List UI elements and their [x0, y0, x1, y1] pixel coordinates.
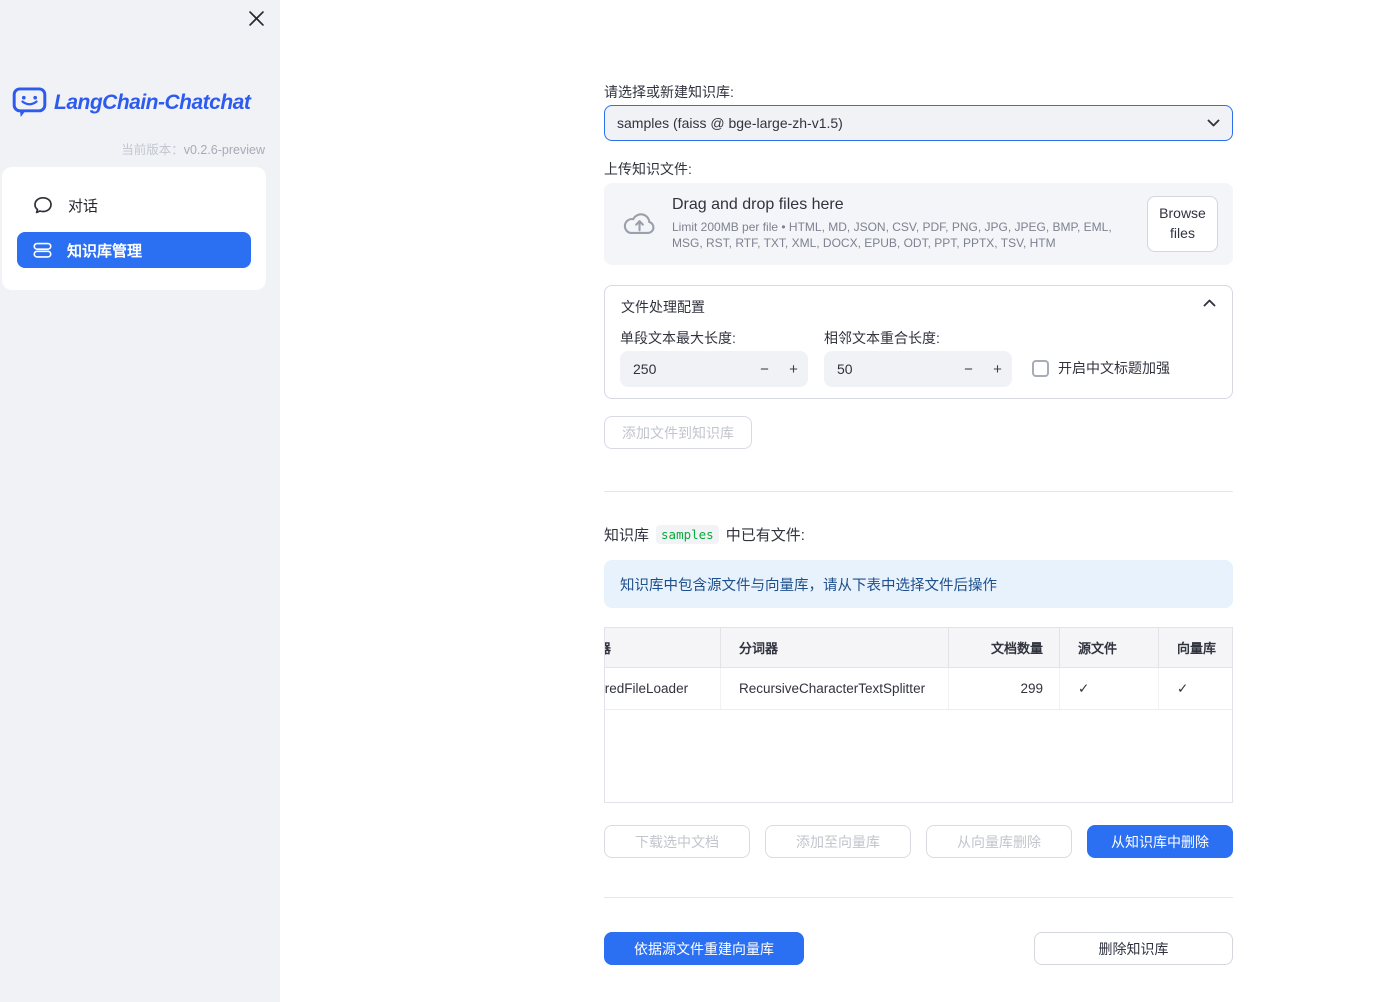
kb-line-prefix: 知识库 [604, 527, 650, 544]
kb-select-label: 请选择或新建知识库: [604, 84, 734, 100]
table-row[interactable]: UnstructuredFileLoader RecursiveCharacte… [605, 668, 1232, 710]
column-header-vector-store[interactable]: 向量库 [1158, 628, 1232, 667]
minus-button[interactable]: − [954, 351, 983, 387]
divider [604, 491, 1233, 492]
cell-source-file-check[interactable]: ✓ [1059, 668, 1158, 709]
chevron-down-icon [1207, 119, 1220, 127]
sidebar-menu: 对话 知识库管理 [2, 167, 266, 290]
plus-button[interactable]: + [779, 351, 808, 387]
chat-bubble-icon [33, 195, 53, 215]
divider [604, 897, 1233, 898]
column-header-splitter[interactable]: 分词器 [720, 628, 948, 667]
browse-files-button[interactable]: Browse files [1147, 196, 1218, 252]
chunk-size-label: 单段文本最大长度: [620, 330, 736, 346]
uploader-limit-text: Limit 200MB per file • HTML, MD, JSON, C… [672, 220, 1112, 250]
cell-loader[interactable]: UnstructuredFileLoader [605, 668, 720, 709]
upload-label: 上传知识文件: [604, 161, 692, 177]
info-text: 知识库中包含源文件与向量库，请从下表中选择文件后操作 [620, 577, 997, 594]
add-files-to-kb-button[interactable]: 添加文件到知识库 [604, 416, 752, 449]
expander-title[interactable]: 文件处理配置 [621, 297, 705, 317]
download-selected-button[interactable]: 下载选中文档 [604, 825, 750, 858]
plus-button[interactable]: + [983, 351, 1012, 387]
rebuild-vector-store-button[interactable]: 依据源文件重建向量库 [604, 932, 804, 965]
column-header-loader[interactable]: 文档加载器 [605, 628, 720, 667]
sidebar-close-icon[interactable] [247, 9, 265, 27]
chunk-size-input[interactable] [620, 361, 750, 377]
check-icon: ✓ [1078, 680, 1090, 696]
table-header: 文档加载器 分词器 文档数量 源文件 向量库 [605, 628, 1232, 668]
version-line: 当前版本：v0.2.6-preview [121, 139, 265, 158]
checkbox-box[interactable] [1032, 359, 1049, 377]
cell-doc-count[interactable]: 299 [948, 668, 1059, 709]
uploader-instructions: Drag and drop files here Limit 200MB per… [672, 196, 1147, 252]
app-title: LangChain-Chatchat [54, 90, 251, 114]
kb-select-value: samples (faiss @ bge-large-zh-v1.5) [617, 115, 843, 131]
delete-from-kb-button[interactable]: 从知识库中删除 [1087, 825, 1233, 858]
column-header-source-file[interactable]: 源文件 [1059, 628, 1158, 667]
app-window: LangChain-Chatchat 当前版本：v0.2.6-preview 对… [0, 0, 1380, 1002]
info-alert: 知识库中包含源文件与向量库，请从下表中选择文件后操作 [604, 560, 1233, 608]
sidebar-item-label: 知识库管理 [67, 242, 143, 260]
sidebar: LangChain-Chatchat 当前版本：v0.2.6-preview 对… [0, 0, 280, 1002]
delete-kb-button[interactable]: 删除知识库 [1034, 932, 1233, 965]
table-action-buttons: 下载选中文档 添加至向量库 从向量库删除 从知识库中删除 [604, 825, 1233, 858]
cell-splitter[interactable]: RecursiveCharacterTextSplitter [720, 668, 948, 709]
minus-button[interactable]: − [750, 351, 779, 387]
cell-vector-store-check[interactable]: ✓ [1158, 668, 1232, 709]
main-content: 请选择或新建知识库: samples (faiss @ bge-large-zh… [604, 0, 1233, 1002]
overlap-stepper: − + [824, 351, 1012, 387]
cloud-upload-icon [620, 209, 658, 239]
checkbox-label: 开启中文标题加强 [1058, 360, 1170, 376]
overlap-input[interactable] [824, 361, 954, 377]
chat-smiley-logo-icon [12, 86, 47, 119]
kb-existing-files-heading: 知识库 samples 中已有文件: [604, 524, 805, 545]
add-to-vector-store-button[interactable]: 添加至向量库 [765, 825, 911, 858]
chunk-size-stepper: − + [620, 351, 808, 387]
column-header-doc-count[interactable]: 文档数量 [948, 628, 1059, 667]
stack-icon [33, 240, 52, 260]
zh-title-enhance-checkbox[interactable]: 开启中文标题加强 [1032, 358, 1170, 378]
uploader-title: Drag and drop files here [672, 196, 844, 214]
kb-files-table[interactable]: 文档加载器 分词器 文档数量 源文件 向量库 UnstructuredFileL… [604, 627, 1233, 803]
version-label: 当前版本： [121, 143, 184, 157]
chevron-up-icon[interactable] [1203, 299, 1216, 307]
sidebar-item-dialogue[interactable]: 对话 [17, 187, 251, 223]
check-icon: ✓ [1177, 680, 1189, 696]
file-config-expander: 文件处理配置 单段文本最大长度: − + 相邻文本重合长度: − + 开启中文标… [604, 285, 1233, 399]
delete-from-vector-store-button[interactable]: 从向量库删除 [926, 825, 1072, 858]
overlap-label: 相邻文本重合长度: [824, 330, 940, 346]
version-value: v0.2.6-preview [183, 143, 265, 157]
file-uploader-dropzone[interactable]: Drag and drop files here Limit 200MB per… [604, 183, 1233, 265]
kb-select[interactable]: samples (faiss @ bge-large-zh-v1.5) [604, 105, 1233, 141]
kb-line-suffix: 中已有文件: [725, 527, 805, 544]
sidebar-item-label: 对话 [68, 197, 99, 215]
sidebar-item-kb-management[interactable]: 知识库管理 [17, 232, 251, 268]
kb-name-code: samples [656, 525, 719, 544]
app-logo: LangChain-Chatchat [12, 86, 251, 119]
